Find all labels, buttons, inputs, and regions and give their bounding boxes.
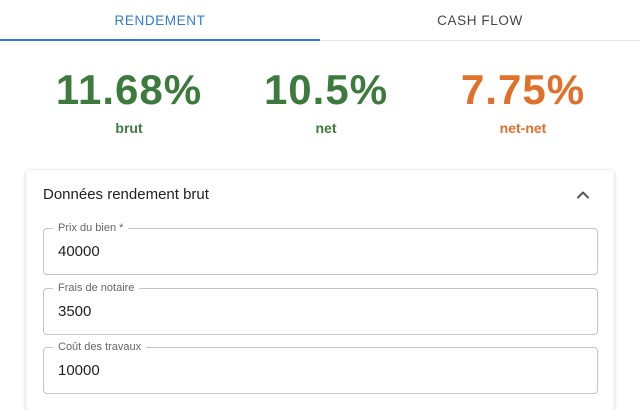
- prix-du-bien-field[interactable]: Prix du bien *: [43, 222, 598, 275]
- stat-brut: 11.68% brut: [29, 64, 229, 136]
- stat-brut-value: 11.68%: [55, 66, 203, 113]
- stat-net-label: net: [315, 120, 337, 136]
- stat-net: 10.5% net: [226, 64, 426, 136]
- rendement-brut-panel: Données rendement brut Prix du bien * Fr…: [26, 170, 614, 410]
- stat-net-net-label: net-net: [499, 120, 547, 136]
- chevron-up-icon[interactable]: [574, 186, 592, 204]
- tab-rendement[interactable]: RENDEMENT: [0, 0, 320, 41]
- frais-de-notaire-label: Frais de notaire: [53, 282, 140, 295]
- yield-summary: 11.68% brut 10.5% net 7.75% net-net: [0, 64, 640, 144]
- frais-de-notaire-input[interactable]: [58, 303, 578, 320]
- tab-bar: RENDEMENT CASH FLOW: [0, 0, 640, 41]
- tab-cash-flow[interactable]: CASH FLOW: [320, 0, 640, 40]
- stat-brut-label: brut: [115, 120, 143, 136]
- cout-des-travaux-input[interactable]: [58, 362, 578, 379]
- stat-net-net-value: 7.75%: [460, 66, 586, 113]
- cout-des-travaux-label: Coût des travaux: [53, 341, 147, 354]
- prix-du-bien-input[interactable]: [58, 243, 578, 260]
- cout-des-travaux-field[interactable]: Coût des travaux: [43, 341, 598, 394]
- panel-title: Données rendement brut: [43, 186, 209, 203]
- stat-net-value: 10.5%: [263, 66, 389, 113]
- prix-du-bien-label: Prix du bien *: [53, 222, 129, 235]
- panel-header[interactable]: Données rendement brut: [26, 170, 614, 220]
- stat-net-net: 7.75% net-net: [423, 64, 623, 136]
- frais-de-notaire-field[interactable]: Frais de notaire: [43, 282, 598, 335]
